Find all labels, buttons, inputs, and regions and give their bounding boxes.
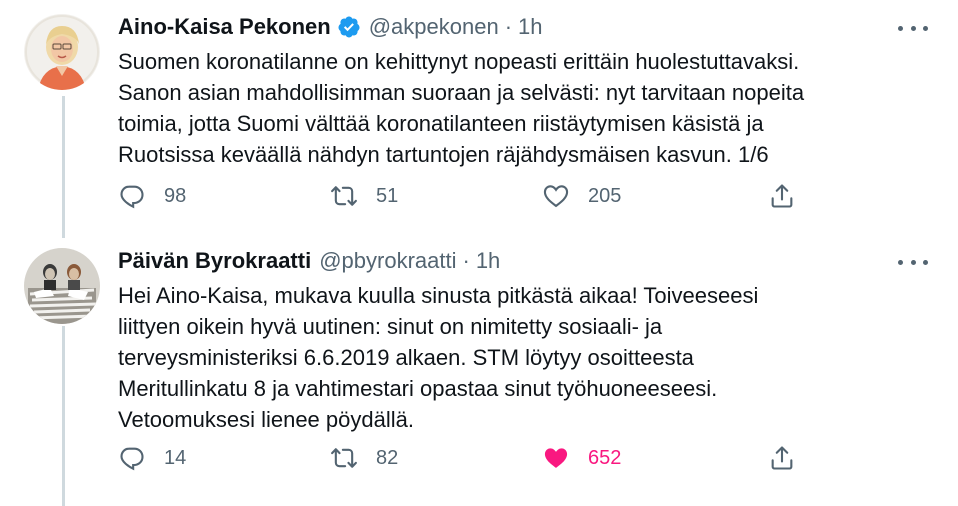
share-button[interactable] <box>768 180 796 212</box>
retweet-button[interactable]: 51 <box>330 180 398 212</box>
reply-count: 14 <box>164 446 187 469</box>
more-icon[interactable] <box>898 18 928 38</box>
avatar[interactable] <box>24 248 100 324</box>
handle[interactable]: @akpekonen <box>369 14 499 40</box>
retweet-count: 82 <box>376 446 399 469</box>
tweet-header: Aino-Kaisa Pekonen @akpekonen · 1h <box>118 10 928 44</box>
share-icon <box>771 184 793 208</box>
avatar[interactable] <box>24 14 100 90</box>
retweet-icon <box>331 186 357 206</box>
like-count: 652 <box>588 446 622 469</box>
like-count: 205 <box>588 184 622 207</box>
reply-count: 98 <box>164 184 187 207</box>
tweet[interactable]: Aino-Kaisa Pekonen @akpekonen · 1h Suome… <box>0 0 958 238</box>
tweet[interactable]: Päivän Byrokraatti @pbyrokraatti · 1h He… <box>0 238 958 506</box>
tweet-actions: 98 51 205 <box>118 180 798 212</box>
tweet-header: Päivän Byrokraatti @pbyrokraatti · 1h <box>118 244 928 278</box>
retweet-icon <box>331 448 357 468</box>
retweet-count: 51 <box>376 184 399 207</box>
like-button[interactable]: 652 <box>542 442 621 474</box>
reply-icon <box>120 447 144 471</box>
avatar-column <box>24 248 102 324</box>
reply-button[interactable]: 14 <box>118 442 186 474</box>
separator-dot: · <box>504 14 513 39</box>
reply-button[interactable]: 98 <box>118 180 186 212</box>
display-name[interactable]: Päivän Byrokraatti <box>118 248 311 274</box>
like-icon <box>543 185 569 208</box>
tweet-actions: 14 82 652 <box>118 442 798 474</box>
thread-line <box>62 96 65 238</box>
display-name[interactable]: Aino-Kaisa Pekonen <box>118 14 331 40</box>
avatar-column <box>24 14 102 90</box>
like-icon <box>544 448 568 468</box>
timestamp[interactable]: 1h <box>476 248 500 274</box>
tweet-text: Hei Aino-Kaisa, mukava kuulla sinusta pi… <box>118 283 759 432</box>
timestamp[interactable]: 1h <box>518 14 542 40</box>
like-button[interactable]: 205 <box>542 180 621 212</box>
more-icon[interactable] <box>898 252 928 272</box>
retweet-button[interactable]: 82 <box>330 442 398 474</box>
tweet-text: Suomen koronatilanne on kehittynyt nopea… <box>118 49 805 167</box>
share-button[interactable] <box>768 442 796 474</box>
verified-badge-icon <box>337 15 361 39</box>
tweet-content: Aino-Kaisa Pekonen @akpekonen · 1h Suome… <box>118 10 928 170</box>
separator-dot: · <box>462 248 470 273</box>
tweet-content: Päivän Byrokraatti @pbyrokraatti · 1h He… <box>118 244 928 435</box>
share-icon <box>771 446 793 470</box>
thread-line <box>62 326 65 506</box>
handle[interactable]: @pbyrokraatti <box>319 248 456 274</box>
reply-icon <box>120 185 144 209</box>
